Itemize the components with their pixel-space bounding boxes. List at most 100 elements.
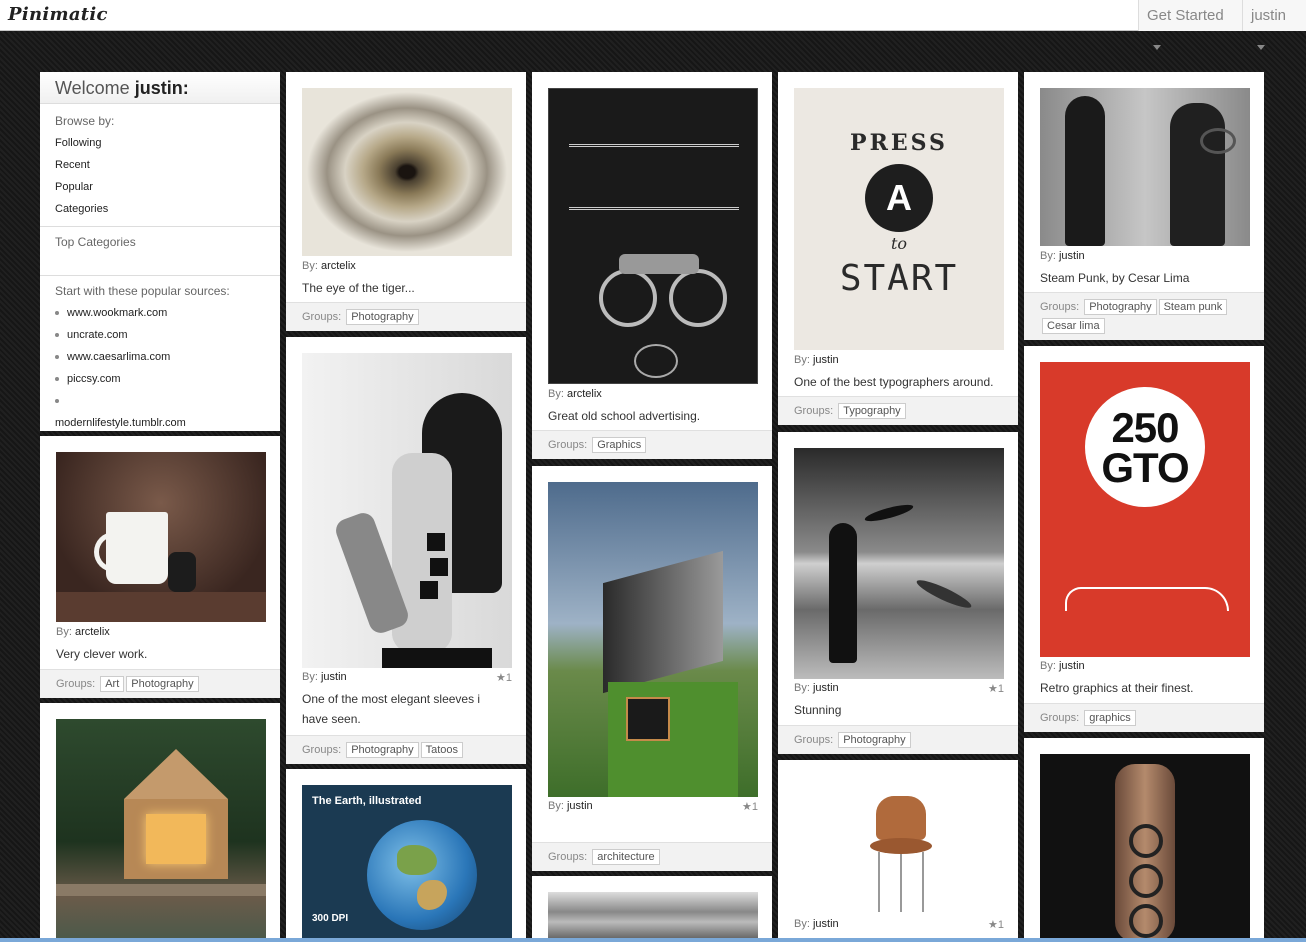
poster-text-start: START	[839, 258, 959, 299]
like-count[interactable]: ★1	[496, 671, 512, 684]
author-name[interactable]: arctelix	[75, 626, 110, 638]
user-menu-dropdown[interactable]: justin	[1242, 0, 1306, 50]
pin-card[interactable]	[1024, 738, 1264, 942]
source-link[interactable]	[40, 390, 280, 412]
source-link[interactable]: piccsy.com	[40, 368, 280, 390]
author-name[interactable]: justin	[813, 918, 839, 930]
group-tag[interactable]: graphics	[1084, 710, 1136, 726]
brand-logo[interactable]: Pinimatic	[8, 4, 108, 25]
tattoo-woman-photo[interactable]	[302, 353, 512, 668]
author-name[interactable]: justin	[1059, 250, 1085, 262]
pin-card[interactable]: By: justin ★1 Groups: architecture	[532, 466, 772, 871]
author-name[interactable]: arctelix	[321, 260, 356, 272]
pin-description: Great old school advertising.	[548, 409, 701, 423]
like-count[interactable]: ★1	[988, 682, 1004, 695]
author-name[interactable]: justin	[813, 682, 839, 694]
browse-link-following[interactable]: Following	[40, 132, 280, 154]
group-tag[interactable]: Photography	[346, 742, 419, 758]
sources-heading: Start with these popular sources:	[55, 284, 230, 298]
figure-left	[1065, 96, 1105, 246]
horizontal-scrollbar[interactable]	[0, 938, 1306, 942]
pin-card[interactable]: By: justin ★1 One of the most elegant sl…	[286, 337, 526, 764]
source-link[interactable]: www.caesarlima.com	[40, 346, 280, 368]
group-tag[interactable]: Steam punk	[1158, 299, 1228, 315]
machine-photo[interactable]	[548, 892, 758, 942]
mug-handle	[94, 532, 117, 572]
coffee-mug-photo[interactable]	[56, 452, 266, 622]
cabin-window	[146, 814, 206, 864]
group-tag[interactable]: Graphics	[592, 437, 647, 453]
pin-description: One of the best typographers around.	[794, 375, 994, 389]
pin-card[interactable]: By: arctelix The eye of the tiger... Gro…	[286, 72, 526, 331]
groups-label: Groups:	[1040, 712, 1080, 724]
pin-card[interactable]: PRESS A to START By: justin One of the b…	[778, 72, 1018, 425]
group-tag[interactable]: Photography	[1084, 299, 1157, 315]
widowmaker-poster[interactable]	[548, 88, 758, 384]
pin-card[interactable]: By: justin Steam Punk, by Cesar Lima Gro…	[1024, 72, 1264, 340]
welcome-prefix: Welcome	[55, 78, 130, 98]
pin-card[interactable]: By: justin ★1	[778, 760, 1018, 942]
group-tag[interactable]: Art	[100, 676, 125, 692]
arm-shape	[1115, 764, 1175, 942]
pin-card[interactable]: The Earth, illustrated 300 DPI	[286, 769, 526, 942]
chevron-down-icon	[1257, 44, 1265, 50]
author-name[interactable]: justin	[567, 800, 593, 812]
groups-label: Groups:	[302, 744, 342, 756]
group-tag[interactable]: Photography	[346, 309, 419, 325]
pin-author: By: justin	[1040, 660, 1085, 672]
group-tag[interactable]: Tatoos	[420, 742, 464, 758]
pin-card[interactable]	[532, 876, 772, 942]
browse-by-heading: Browse by:	[55, 114, 115, 128]
continent	[417, 880, 447, 910]
browse-link-recent[interactable]: Recent	[40, 154, 280, 176]
pin-author: By: justin	[794, 682, 839, 694]
group-tag[interactable]: architecture	[592, 849, 660, 865]
poster-text-250: 250	[1111, 404, 1179, 451]
eye-photo[interactable]	[302, 88, 512, 256]
modern-house-photo[interactable]	[548, 482, 758, 797]
browse-link-categories[interactable]: Categories	[40, 198, 280, 220]
chevron-down-icon	[1153, 44, 1161, 50]
by-label: By:	[1040, 250, 1056, 262]
group-tag[interactable]: Cesar lima	[1042, 318, 1105, 334]
infographic-dpi: 300 DPI	[312, 913, 349, 924]
pin-card[interactable]: By: arctelix Very clever work. Groups: A…	[40, 436, 280, 698]
pin-card[interactable]: By: justin ★1 Stunning Groups: Photograp…	[778, 432, 1018, 754]
pin-groups: Groups: graphics	[1024, 703, 1264, 732]
like-count[interactable]: ★1	[988, 918, 1004, 931]
figure-right	[1170, 103, 1225, 246]
author-name[interactable]: justin	[321, 671, 347, 683]
pin-author: By: justin	[794, 918, 839, 930]
chair-back	[876, 796, 926, 840]
source-link[interactable]: www.wookmark.com	[40, 302, 280, 324]
woman-with-bird-photo[interactable]	[794, 448, 1004, 679]
source-link[interactable]: uncrate.com	[40, 324, 280, 346]
pin-card[interactable]: By: arctelix Great old school advertisin…	[532, 72, 772, 459]
browse-link-popular[interactable]: Popular	[40, 176, 280, 198]
pin-author: By: arctelix	[548, 388, 602, 400]
welcome-panel: Welcome justin: Browse by: Following Rec…	[40, 72, 280, 431]
250-gto-poster[interactable]: 250 GTO	[1040, 362, 1250, 657]
author-name[interactable]: justin	[813, 354, 839, 366]
source-link[interactable]: modernlifestyle.tumblr.com	[40, 412, 280, 431]
group-tag[interactable]: Photography	[126, 676, 199, 692]
tattoo-square	[420, 581, 438, 599]
press-a-to-start-poster[interactable]: PRESS A to START	[794, 88, 1004, 350]
get-started-dropdown[interactable]: Get Started	[1138, 0, 1242, 50]
by-label: By:	[794, 354, 810, 366]
group-tag[interactable]: Typography	[838, 403, 906, 419]
like-count[interactable]: ★1	[742, 800, 758, 813]
steampunk-photo[interactable]	[1040, 88, 1250, 246]
pin-card[interactable]: 250 GTO By: justin Retro graphics at the…	[1024, 346, 1264, 732]
group-tag[interactable]: Photography	[838, 732, 911, 748]
pin-card[interactable]	[40, 703, 280, 942]
arm-tattoo-photo[interactable]	[1040, 754, 1250, 942]
earth-infographic[interactable]: The Earth, illustrated 300 DPI	[302, 785, 512, 942]
top-categories-heading[interactable]: Top Categories	[40, 235, 280, 249]
pin-groups: Groups: Photography Tatoos	[286, 735, 526, 764]
pin-groups: Groups: Typography	[778, 396, 1018, 425]
author-name[interactable]: arctelix	[567, 388, 602, 400]
author-name[interactable]: justin	[1059, 660, 1085, 672]
cabin-photo[interactable]	[56, 719, 266, 942]
chair-photo[interactable]	[794, 776, 1004, 916]
